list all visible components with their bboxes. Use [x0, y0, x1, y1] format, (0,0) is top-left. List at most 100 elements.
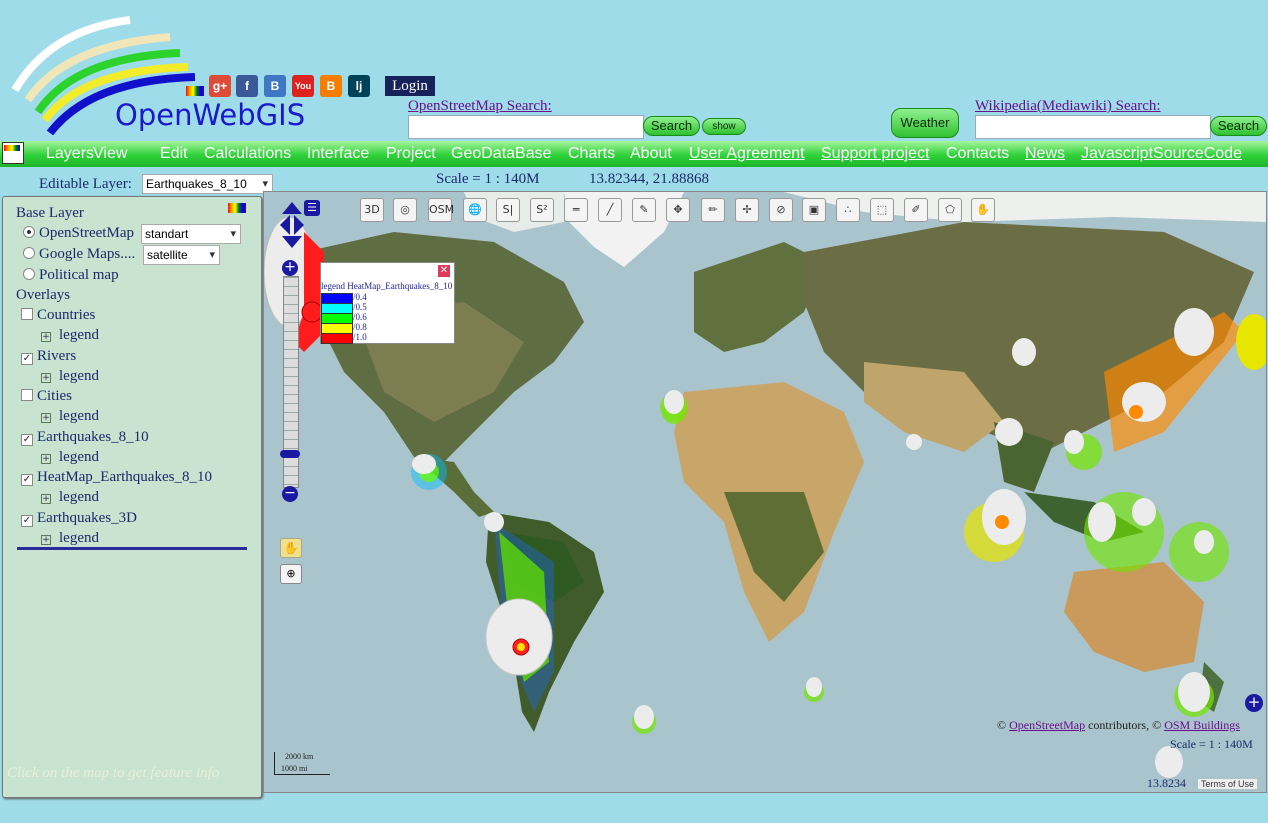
legend-toggle[interactable]: + legend: [41, 530, 99, 547]
zoom-out-button[interactable]: −: [282, 486, 298, 502]
pan-control[interactable]: [278, 200, 306, 250]
toolbar-button-osm[interactable]: OSM: [428, 198, 454, 222]
map-view[interactable]: 3D ◎ OSM 🌐 S| S² ═ ╱ ✎ ✥ ✏ ✢ ⊘ ▣ ∴ ⬚ ✐ ⬠ ✋ ☰ + − ✋ ⊕ ✕ leg…: [263, 191, 1267, 793]
pan-hand-icon[interactable]: ✋: [280, 538, 302, 558]
editable-layer-select[interactable]: Earthquakes_8_10: [142, 174, 273, 194]
toolbar-edit-icon[interactable]: ✏: [701, 198, 725, 222]
menu-toggle-icon[interactable]: [2, 142, 32, 164]
menu-item-news[interactable]: News: [1025, 145, 1065, 163]
menu-item-about[interactable]: About: [630, 145, 672, 163]
menu-item-user-agreement[interactable]: User Agreement: [689, 145, 805, 163]
checkbox[interactable]: ✓: [21, 433, 33, 446]
toolbar-button-s[interactable]: S²: [530, 198, 554, 222]
legend-toggle[interactable]: + legend: [41, 489, 99, 506]
toolbar-target-icon[interactable]: ◎: [393, 198, 417, 222]
expand-panel-icon[interactable]: +: [1245, 694, 1263, 712]
checkbox[interactable]: [21, 389, 33, 401]
wiki-search-button[interactable]: Search: [1210, 116, 1267, 136]
base-layer-osm[interactable]: OpenStreetMap: [23, 225, 134, 242]
legend-toggle[interactable]: + legend: [41, 408, 99, 425]
toolbar-drag-icon[interactable]: ✢: [735, 198, 759, 222]
overlay-cities[interactable]: Cities: [21, 388, 72, 405]
menu-item-support-project[interactable]: Support project: [821, 145, 930, 163]
toolbar-globe-icon[interactable]: 🌐: [463, 198, 487, 222]
facebook-icon[interactable]: f: [236, 75, 258, 97]
checkbox[interactable]: ✓: [21, 352, 33, 365]
toolbar-points-icon[interactable]: ∴: [836, 198, 860, 222]
weather-button[interactable]: Weather: [891, 108, 959, 138]
legend-toggle[interactable]: + legend: [41, 368, 99, 385]
base-layer-google[interactable]: Google Maps....: [23, 246, 135, 263]
pan-arrows-icon[interactable]: [278, 200, 306, 250]
menu-item-javascriptsourcecode[interactable]: JavascriptSourceCode: [1081, 145, 1242, 163]
menu-item-project[interactable]: Project: [386, 145, 436, 163]
close-icon[interactable]: ✕: [438, 265, 450, 277]
toolbar-save-icon[interactable]: ▣: [802, 198, 826, 222]
youtube-icon[interactable]: You: [292, 75, 314, 97]
menu-item-calculations[interactable]: Calculations: [204, 145, 291, 163]
osm-search-button[interactable]: Search: [643, 116, 700, 136]
expand-icon[interactable]: +: [41, 372, 51, 383]
overlay-heatmap-earthquakes-8-10[interactable]: ✓ HeatMap_Earthquakes_8_10: [21, 469, 212, 486]
checkbox[interactable]: ✓: [21, 474, 33, 486]
osm-show-button[interactable]: show: [702, 118, 746, 135]
overlay-earthquakes-3d[interactable]: ✓ Earthquakes_3D: [21, 510, 137, 527]
osm-style-select[interactable]: standart: [141, 224, 241, 244]
overlay-countries[interactable]: Countries: [21, 307, 95, 324]
checkbox[interactable]: ✓: [21, 514, 33, 527]
menu-item-contacts[interactable]: Contacts: [946, 145, 1009, 163]
toolbar-button-3d[interactable]: 3D: [360, 198, 384, 222]
radio-icon[interactable]: [23, 226, 35, 238]
menu-item-edit[interactable]: Edit: [160, 145, 188, 163]
menu-item-charts[interactable]: Charts: [568, 145, 615, 163]
radio-icon[interactable]: [23, 268, 35, 280]
panel-divider: [17, 547, 247, 550]
toolbar-draw-line-icon[interactable]: ╱: [598, 198, 622, 222]
legend-label: /0.6: [353, 312, 367, 322]
expand-icon[interactable]: +: [41, 494, 51, 504]
overlays-title: Overlays: [16, 287, 71, 303]
checkbox[interactable]: [21, 308, 33, 320]
toolbar-select-box-icon[interactable]: ⬚: [870, 198, 894, 222]
zoom-in-button[interactable]: +: [282, 260, 298, 276]
menu-item-view[interactable]: View: [93, 145, 127, 163]
radio-icon[interactable]: [23, 247, 35, 259]
toolbar-pencil-icon[interactable]: ✎: [632, 198, 656, 222]
livejournal-icon[interactable]: lj: [348, 75, 370, 97]
terms-of-use-link[interactable]: Terms of Use: [1198, 779, 1258, 789]
expand-icon[interactable]: +: [41, 453, 51, 464]
toolbar-polygon-icon[interactable]: ⬠: [938, 198, 962, 222]
overlay-rivers[interactable]: ✓ Rivers: [21, 348, 76, 365]
osm-attribution-link[interactable]: OpenStreetMap: [1009, 718, 1085, 732]
legend-toggle[interactable]: + legend: [41, 327, 99, 344]
base-layer-political[interactable]: Political map: [23, 267, 119, 284]
expand-icon[interactable]: +: [41, 413, 51, 423]
toolbar-move-icon[interactable]: ✥: [666, 198, 690, 222]
wiki-search-input[interactable]: [975, 115, 1211, 139]
toolbar-button-s[interactable]: S|: [496, 198, 520, 222]
toolbar-modify-icon[interactable]: ✐: [904, 198, 928, 222]
expand-icon[interactable]: +: [41, 332, 51, 342]
toolbar-delete-icon[interactable]: ⊘: [769, 198, 793, 222]
google-style-select[interactable]: satellite: [143, 245, 220, 265]
osm-buildings-link[interactable]: OSM Buildings: [1164, 718, 1240, 732]
layer-switcher-icon[interactable]: ☰: [304, 200, 320, 216]
legend-toggle[interactable]: + legend: [41, 449, 99, 466]
toolbar-ruler-icon[interactable]: ═: [564, 198, 588, 222]
osm-search-label[interactable]: OpenStreetMap Search:: [408, 97, 552, 115]
google-plus-icon[interactable]: g+: [209, 75, 231, 97]
login-button[interactable]: Login: [385, 76, 435, 96]
vk-icon[interactable]: B: [264, 75, 286, 97]
menu-item-geodatabase[interactable]: GeoDataBase: [451, 145, 552, 163]
zoom-box-icon[interactable]: ⊕: [280, 564, 302, 584]
layers-panel: Base Layer OpenStreetMap standart Google…: [2, 196, 262, 798]
menu-item-interface[interactable]: Interface: [307, 145, 369, 163]
osm-search-input[interactable]: [408, 115, 644, 139]
expand-icon[interactable]: +: [41, 534, 51, 545]
blogger-icon[interactable]: B: [320, 75, 342, 97]
zoom-slider-handle[interactable]: [280, 450, 300, 458]
wiki-search-label[interactable]: Wikipedia(Mediawiki) Search:: [975, 97, 1161, 115]
toolbar-hand-icon[interactable]: ✋: [971, 198, 995, 222]
overlay-earthquakes-8-10[interactable]: ✓ Earthquakes_8_10: [21, 429, 149, 446]
menu-item-layers[interactable]: Layers: [46, 145, 94, 163]
